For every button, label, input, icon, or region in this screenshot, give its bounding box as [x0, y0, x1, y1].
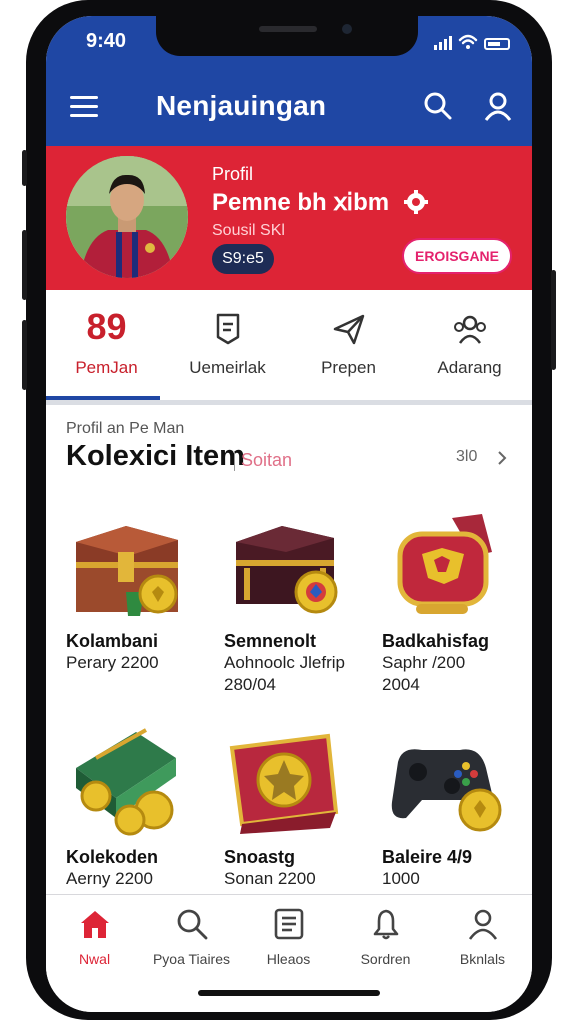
earpiece	[259, 26, 317, 32]
stat-count: 89	[86, 306, 127, 347]
item-card[interactable]: Kolambani Perary 2200	[66, 512, 216, 674]
home-indicator	[198, 990, 380, 996]
dark-chest-icon	[236, 526, 338, 614]
tab-pemjan[interactable]: 89 PemJan	[46, 290, 167, 402]
tab-uemeirlak[interactable]: Uemeirlak	[167, 290, 288, 402]
see-all-link[interactable]: 3l0	[456, 448, 477, 466]
item-meta: 1000	[382, 869, 420, 888]
item-meta: 2004	[382, 675, 420, 694]
status-icons	[434, 34, 510, 50]
status-time: 9:40	[86, 30, 127, 52]
search-icon[interactable]	[422, 90, 454, 122]
profile-subtitle: Sousil SKl	[212, 222, 285, 239]
nav-home[interactable]: Nwal	[46, 907, 143, 967]
section-tag: Soitan	[234, 450, 292, 471]
player-photo	[66, 156, 188, 278]
item-meta: Saphr /200	[382, 653, 466, 672]
item-meta: Sonan 2200	[224, 869, 316, 888]
item-meta: 280/04	[224, 675, 276, 694]
treasure-chest-icon	[76, 526, 178, 616]
tab-label: Uemeirlak	[189, 358, 266, 377]
avatar[interactable]	[66, 156, 188, 278]
signal-icon	[434, 36, 452, 50]
front-camera	[342, 24, 352, 34]
profile-name: Pemne bh ⅺbm	[212, 189, 390, 216]
level-badge: S9:e5	[212, 244, 274, 274]
red-bag-icon	[397, 514, 492, 614]
volume-down-button	[22, 320, 27, 390]
item-name: Kolekoden	[66, 847, 159, 867]
item-name: Snoastg	[224, 847, 296, 867]
user-icon[interactable]	[482, 90, 514, 122]
star-chest-icon	[229, 733, 339, 834]
chevron-right-icon[interactable]	[496, 450, 508, 466]
tab-label: Adarang	[437, 358, 502, 377]
tab-adarang[interactable]: Adarang	[409, 290, 530, 402]
stat-tabs: 89 PemJan Uemeirlak Prepen Adarang	[46, 290, 532, 406]
profile-label: Profil	[212, 164, 254, 184]
cash-coins-icon	[76, 728, 176, 836]
nav-notifications[interactable]: Sordren	[337, 907, 434, 967]
item-card[interactable]: Baleire 4/9 1000	[382, 728, 532, 890]
team-icon	[454, 315, 486, 344]
nav-label: Sordren	[360, 951, 411, 967]
paper-plane-icon	[333, 314, 365, 345]
battery-icon	[484, 38, 510, 50]
nav-label: Bknlals	[459, 951, 506, 967]
app-title: Nenjauingan	[156, 90, 327, 121]
user-icon	[468, 909, 497, 940]
item-name: Badkahisfag	[382, 631, 490, 651]
bell-icon	[373, 909, 398, 940]
section-subtitle: Profil an Pe Man	[66, 420, 185, 437]
wifi-icon	[458, 34, 478, 49]
menu-icon[interactable]	[70, 96, 98, 118]
notch	[156, 16, 418, 56]
mute-switch	[22, 150, 27, 186]
volume-up-button	[22, 230, 27, 300]
gear-icon[interactable]	[404, 190, 428, 214]
item-card[interactable]: Snoastg Sonan 2200	[224, 728, 374, 890]
gamepad-icon	[391, 749, 502, 832]
item-name: Kolambani	[66, 631, 159, 651]
item-card[interactable]: Badkahisfag Saphr /200 2004	[382, 512, 532, 696]
search-icon	[177, 909, 207, 940]
item-meta: Perary 2200	[66, 653, 159, 672]
item-card[interactable]: Semnenolt Aohnoolc Jlefrip 280/04	[224, 512, 374, 696]
item-name: Semnenolt	[224, 631, 317, 651]
nav-label: Pyoa Tiaires	[152, 951, 231, 967]
tab-label: Prepen	[321, 358, 376, 377]
nav-search[interactable]: Pyoa Tiaires	[143, 907, 240, 967]
item-name: Baleire 4/9	[382, 847, 473, 867]
nav-label: Nwal	[78, 951, 111, 967]
app-screen: 9:40 Nenjauingan Profil Pemne bh ⅺbm Sou…	[46, 16, 532, 1012]
section-title: Kolexici Item	[66, 440, 245, 472]
tab-label: PemJan	[75, 358, 138, 377]
edit-profile-button[interactable]: EROISGANE	[402, 238, 512, 274]
power-button	[551, 270, 556, 370]
profile-header: Profil Pemne bh ⅺbm Sousil SKl S9:e5 ERO…	[46, 146, 532, 290]
item-meta: Aerny 2200	[66, 869, 153, 888]
badge-icon	[216, 313, 240, 345]
divider	[46, 400, 532, 405]
nav-profile[interactable]: Bknlals	[434, 907, 531, 967]
tab-prepen[interactable]: Prepen	[288, 290, 409, 402]
list-icon	[274, 908, 303, 940]
nav-list[interactable]: Hleaos	[240, 907, 337, 967]
item-card[interactable]: Kolekoden Aerny 2200	[66, 728, 216, 890]
home-icon	[80, 911, 109, 938]
nav-label: Hleaos	[266, 951, 311, 967]
item-meta: Aohnoolc Jlefrip	[224, 653, 345, 672]
